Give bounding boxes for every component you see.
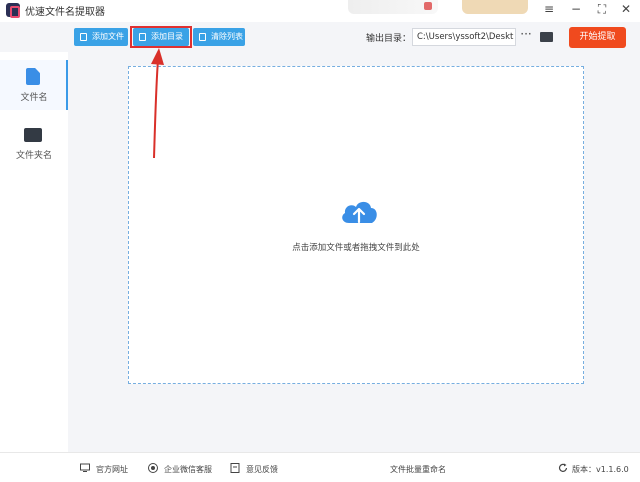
wechat-icon	[148, 463, 158, 473]
sidebar-item-label: 文件夹名	[15, 151, 52, 161]
trash-icon	[199, 33, 206, 41]
start-extract-button[interactable]: 开始提取	[569, 27, 626, 48]
folder-icon	[24, 128, 42, 142]
banner-ad[interactable]	[348, 0, 438, 14]
sidebar-item-filename[interactable]: 文件名	[0, 60, 68, 110]
menu-icon[interactable]: ≡	[541, 2, 557, 16]
open-folder-icon[interactable]	[540, 32, 553, 42]
close-icon[interactable]: ✕	[618, 2, 634, 16]
sidebar-item-foldername[interactable]: 文件夹名	[0, 118, 68, 168]
title-bar: 优速文件名提取器 ≡ − ⛶ ✕	[0, 0, 640, 22]
highlight-annotation	[130, 26, 192, 48]
more-options-button[interactable]: ···	[518, 27, 534, 41]
output-dir-input[interactable]: C:\Users\yssoft2\Deskt	[412, 28, 516, 46]
banner-ad-secondary[interactable]	[462, 0, 528, 14]
feedback-link[interactable]: 意见反馈	[246, 464, 278, 475]
feedback-icon	[230, 463, 240, 473]
app-title: 优速文件名提取器	[25, 7, 105, 18]
drop-hint: 点击添加文件或者拖拽文件到此处	[292, 243, 420, 253]
wechat-support-link[interactable]: 企业微信客服	[164, 464, 212, 475]
minimize-icon[interactable]: −	[568, 2, 584, 16]
status-bar: 官方网址 企业微信客服 意见反馈 文件批量重命名 版本：v1.1.6.0	[0, 452, 640, 482]
file-icon	[80, 33, 87, 41]
annotation-arrow	[151, 48, 164, 159]
monitor-icon	[80, 463, 90, 472]
output-dir-label: 输出目录：	[366, 34, 412, 44]
sidebar-item-label: 文件名	[20, 93, 48, 103]
clear-list-label: 清除列表	[211, 32, 243, 41]
add-file-button[interactable]: 添加文件	[74, 28, 128, 46]
batch-rename-link[interactable]: 文件批量重命名	[390, 464, 446, 475]
refresh-icon	[558, 463, 568, 472]
cloud-upload-icon	[342, 201, 377, 224]
clear-list-button[interactable]: 清除列表	[193, 28, 245, 46]
app-logo-icon	[6, 3, 20, 18]
version-text: 版本：v1.1.6.0	[572, 465, 629, 474]
app-window: 优速文件名提取器 ≡ − ⛶ ✕ 添加文件 添加目录 清除列表 输出目录： C:…	[0, 0, 640, 482]
file-icon	[26, 68, 40, 85]
maximize-icon[interactable]: ⛶	[594, 2, 610, 17]
add-file-label: 添加文件	[92, 32, 124, 41]
file-drop-zone[interactable]: 点击添加文件或者拖拽文件到此处	[128, 66, 584, 384]
website-link[interactable]: 官方网址	[96, 464, 128, 475]
sidebar: 文件名 文件夹名	[0, 52, 68, 452]
